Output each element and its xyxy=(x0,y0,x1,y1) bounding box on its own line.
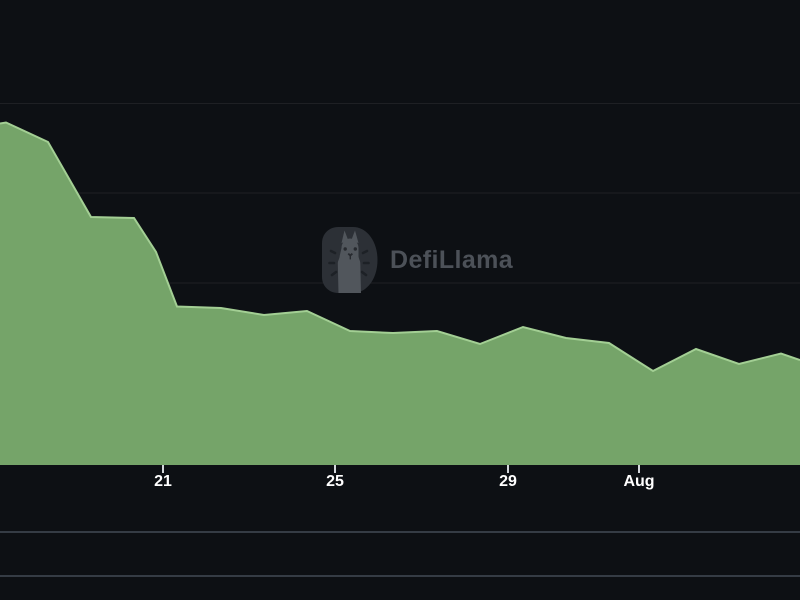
area-fill xyxy=(0,123,800,466)
x-axis-tick-label: 21 xyxy=(154,473,172,491)
tvl-area-chart[interactable] xyxy=(0,0,800,600)
x-axis-tick-label: 25 xyxy=(326,473,344,491)
defillama-tvl-chart-page: DefiLlama 212529Aug xyxy=(0,0,800,600)
x-axis-tick xyxy=(334,465,336,473)
x-axis-tick xyxy=(638,465,640,473)
x-axis-tick-label: 29 xyxy=(499,473,517,491)
x-axis-tick xyxy=(507,465,509,473)
x-axis-tick-label: Aug xyxy=(623,473,654,491)
section-separator xyxy=(0,575,800,577)
section-separator xyxy=(0,531,800,533)
x-axis-tick xyxy=(162,465,164,473)
